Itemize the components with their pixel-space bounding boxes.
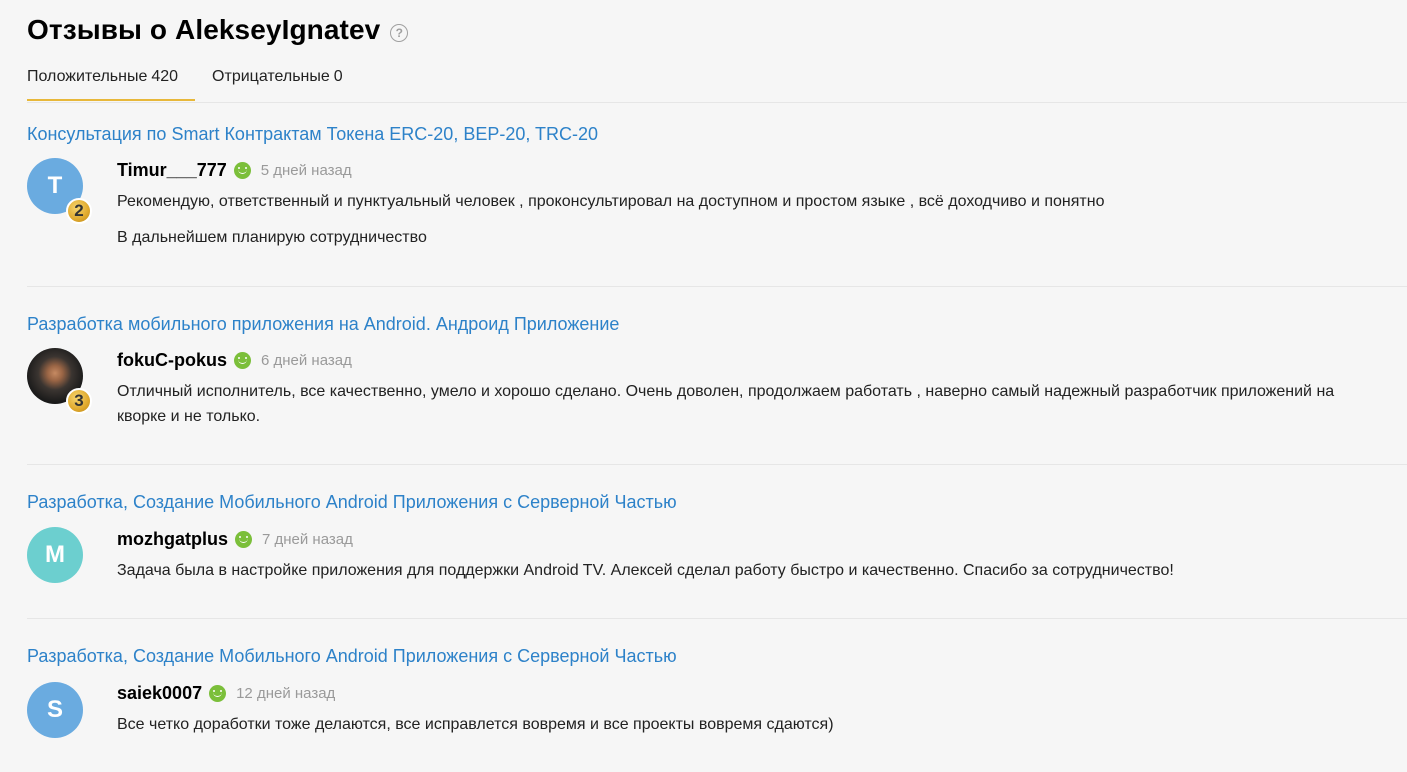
title-row: Отзывы о AlekseyIgnatev ? — [27, 10, 409, 50]
tab-negative-count: 0 — [333, 68, 343, 85]
review-text: Задача была в настройке приложения для п… — [117, 558, 1387, 594]
positive-smile-icon — [235, 531, 252, 548]
reviews-page: Отзывы о AlekseyIgnatev ? Положительные 4… — [0, 0, 1407, 772]
review-text: Отличный исполнитель, все качественно, у… — [117, 379, 1387, 440]
review-item: Консультация по Smart Контрактам Токена … — [27, 124, 1407, 287]
page-title: Отзывы о AlekseyIgnatev — [27, 14, 381, 45]
author-name[interactable]: Timur___777 — [117, 160, 227, 181]
review-time: 7 дней назад — [262, 531, 353, 548]
review-text-line: Задача была в настройке приложения для п… — [117, 562, 1174, 579]
review-item: Разработка, Создание Мобильного Android … — [27, 646, 1407, 772]
review-tabs: Положительные 420 Отрицательные 0 — [27, 60, 1407, 103]
review-item: Разработка, Создание Мобильного Android … — [27, 492, 1407, 619]
positive-smile-icon — [234, 352, 251, 369]
review-text-line: Рекомендую, ответственный и пунктуальный… — [117, 193, 1105, 210]
review-time: 5 дней назад — [260, 162, 352, 179]
review-gig-link[interactable]: Консультация по Smart Контрактам Токена … — [27, 124, 598, 145]
author-row: saiek0007 12 дней назад — [117, 683, 335, 704]
review-text: Рекомендую, ответственный и пунктуальный… — [117, 189, 1387, 261]
avatar-letter: S — [46, 696, 63, 723]
author-name[interactable]: fokuC-pokus — [117, 350, 227, 371]
review-text-line: Все четко доработки тоже делаются, все и… — [117, 716, 834, 733]
help-icon[interactable]: ? — [390, 23, 409, 42]
author-row: Timur___777 5 дней назад — [117, 160, 352, 181]
level-badge: 3 — [66, 388, 92, 414]
avatar-letter: T — [47, 172, 63, 199]
avatar-letter: M — [45, 541, 65, 568]
positive-smile-icon — [233, 162, 251, 179]
avatar[interactable]: S — [27, 682, 83, 738]
author-name[interactable]: mozhgatplus — [117, 529, 228, 550]
review-text: Все четко доработки тоже делаются, все и… — [117, 712, 1387, 748]
avatar[interactable]: T 2 — [27, 158, 92, 224]
tab-positive[interactable]: Положительные 420 — [27, 60, 196, 101]
review-time: 6 дней назад — [261, 352, 352, 369]
review-text-line: Отличный исполнитель, все качественно, у… — [117, 383, 1335, 425]
author-name[interactable]: saiek0007 — [117, 683, 202, 704]
review-text-line: В дальнейшем планирую сотрудничество — [117, 229, 427, 246]
tab-negative[interactable]: Отрицательные 0 — [212, 60, 343, 101]
level-badge: 2 — [66, 198, 92, 224]
avatar[interactable]: M — [27, 527, 83, 583]
review-gig-link[interactable]: Разработка, Создание Мобильного Android … — [27, 646, 677, 667]
tab-positive-label: Положительные — [27, 68, 148, 85]
review-item: Разработка мобильного приложения на Andr… — [27, 314, 1407, 465]
review-gig-link[interactable]: Разработка мобильного приложения на Andr… — [27, 314, 619, 335]
tab-negative-label: Отрицательные — [212, 68, 330, 85]
review-time: 12 дней назад — [236, 685, 336, 702]
positive-smile-icon — [209, 685, 227, 702]
tab-positive-count: 420 — [151, 68, 179, 85]
author-row: mozhgatplus 7 дней назад — [117, 529, 353, 550]
avatar[interactable]: 3 — [27, 348, 92, 414]
review-gig-link[interactable]: Разработка, Создание Мобильного Android … — [27, 492, 677, 513]
author-row: fokuC-pokus 6 дней назад — [117, 350, 352, 371]
